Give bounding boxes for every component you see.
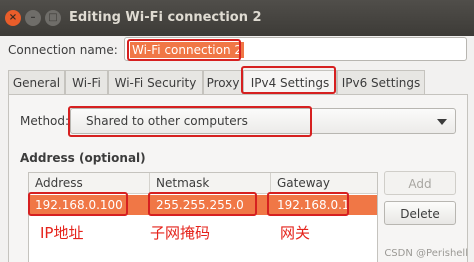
title-bar: × – □ Editing Wi-Fi connection 2 xyxy=(0,0,474,36)
add-button[interactable]: Add xyxy=(384,171,456,195)
connection-name-value: Wi-Fi connection 2 xyxy=(130,42,245,58)
column-header-address[interactable]: Address xyxy=(29,173,150,194)
method-label: Method: xyxy=(20,114,70,128)
gateway-annotation: 网关 xyxy=(280,224,311,242)
tab-bar: General Wi-Fi Wi-Fi Security Proxy IPv4 … xyxy=(8,70,468,94)
ip-address-annotation: IP地址 xyxy=(40,224,84,242)
maximize-icon[interactable]: □ xyxy=(45,10,61,26)
address-table: Address Netmask Gateway 192.168.0.100 25… xyxy=(28,172,378,262)
column-header-netmask[interactable]: Netmask xyxy=(150,173,271,194)
close-icon[interactable]: × xyxy=(5,10,21,26)
tab-proxy[interactable]: Proxy xyxy=(203,70,243,94)
connection-name-label: Connection name: xyxy=(8,43,118,57)
window-title: Editing Wi-Fi connection 2 xyxy=(69,10,262,25)
minimize-icon[interactable]: – xyxy=(25,10,41,26)
method-value: Shared to other computers xyxy=(86,114,248,128)
method-dropdown[interactable]: Shared to other computers xyxy=(70,108,456,134)
tab-ipv4-settings[interactable]: IPv4 Settings xyxy=(243,70,337,94)
netmask-annotation: 子网掩码 xyxy=(150,224,211,242)
cell-gateway[interactable]: 192.168.0.1 xyxy=(271,195,350,215)
address-section-title: Address (optional) xyxy=(20,151,146,165)
column-header-gateway[interactable]: Gateway xyxy=(271,173,377,194)
chevron-down-icon xyxy=(437,119,447,125)
connection-name-field[interactable]: Wi-Fi connection 2 xyxy=(124,37,467,61)
delete-button[interactable]: Delete xyxy=(384,201,456,225)
table-row[interactable]: 192.168.0.100 255.255.255.0 192.168.0.1 xyxy=(29,195,377,215)
cell-netmask[interactable]: 255.255.255.0 xyxy=(150,195,244,215)
tab-general[interactable]: General xyxy=(8,70,65,94)
tab-wifi-security[interactable]: Wi-Fi Security xyxy=(108,70,203,94)
cell-address[interactable]: 192.168.0.100 xyxy=(29,195,123,215)
tab-wifi[interactable]: Wi-Fi xyxy=(65,70,108,94)
tab-ipv6-settings[interactable]: IPv6 Settings xyxy=(337,70,425,94)
watermark: CSDN @Perishell xyxy=(384,248,468,259)
